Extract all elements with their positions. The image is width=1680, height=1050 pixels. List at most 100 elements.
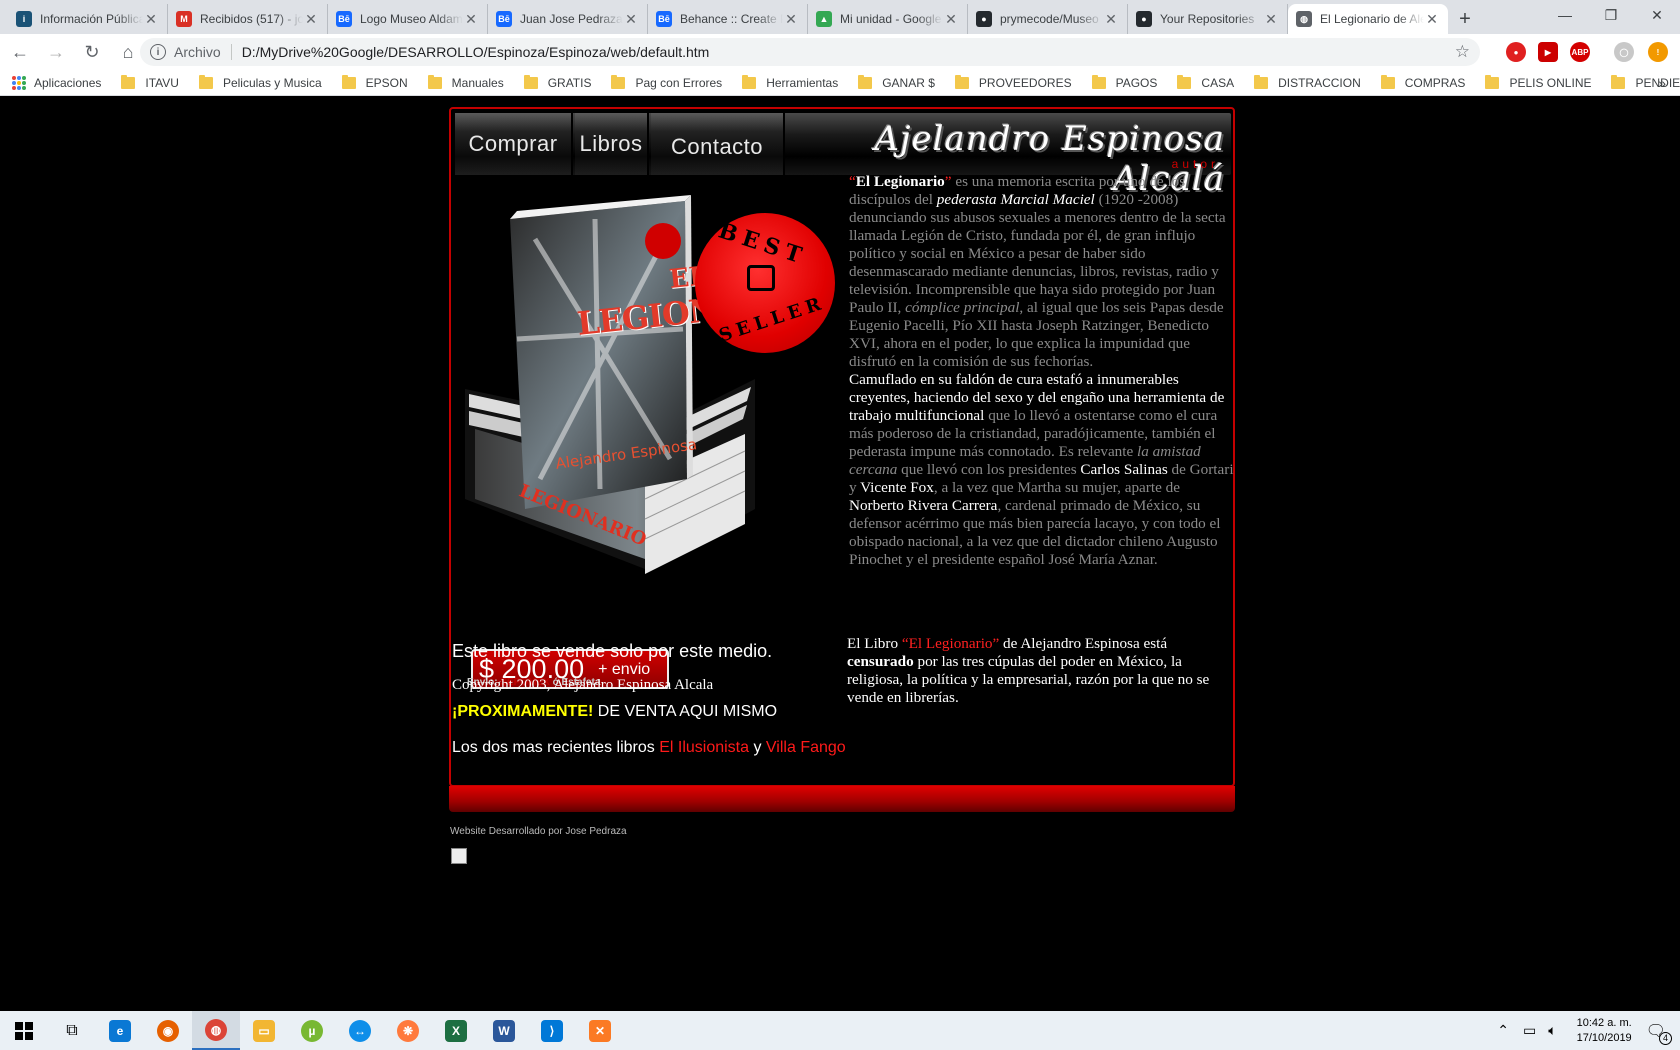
maximize-button[interactable]: ❐ (1588, 0, 1634, 30)
tab-close-icon[interactable]: ✕ (623, 11, 639, 28)
bookmark-folder[interactable]: PELIS ONLINE (1485, 74, 1592, 90)
bookmark-folder[interactable]: PAGOS (1091, 74, 1157, 90)
reload-button[interactable]: ↻ (76, 38, 108, 66)
bookmark-folder[interactable]: COMPRAS (1380, 74, 1465, 90)
folder-icon (1091, 74, 1106, 89)
adblock-icon[interactable]: ABP (1570, 42, 1590, 62)
tab-title: Juan Jose Pedraza (520, 12, 623, 26)
tray-chevron-up-icon[interactable]: ⌃ (1497, 1022, 1509, 1039)
taskbar-excel[interactable]: X (432, 1011, 480, 1050)
scheme-chip: Archivo (174, 44, 232, 60)
start-button[interactable] (0, 1011, 48, 1050)
tab-title: Logo Museo Aldama (360, 12, 463, 26)
browser-tab[interactable]: Bē Juan Jose Pedraza ✕ (488, 4, 648, 34)
tab-close-icon[interactable]: ✕ (1103, 11, 1119, 28)
taskbar-explorer[interactable]: ▭ (240, 1011, 288, 1050)
tab-favicon-icon: Bē (496, 11, 512, 27)
desc-highlight: Carlos Salinas (1080, 461, 1168, 478)
url-text[interactable]: D:/MyDrive%20Google/DESARROLLO/Espinoza/… (242, 44, 710, 60)
tab-strip: i Información Pública ✕ M Recibidos (517) - … (0, 0, 1680, 34)
browser-tab[interactable]: Bē Behance :: Create Project✕ (648, 4, 808, 34)
browser-tab[interactable]: ● Your Repositories ✕ (1128, 4, 1288, 34)
taskbar-firefox[interactable]: ◉ (144, 1011, 192, 1050)
apps-shortcut[interactable]: Aplicaciones (12, 75, 101, 90)
browser-tab[interactable]: ▲ Mi unidad - Google Drive✕ (808, 4, 968, 34)
tab-close-icon[interactable]: ✕ (1424, 11, 1440, 28)
browser-tab[interactable]: i Información Pública ✕ (8, 4, 168, 34)
taskbar-teamviewer[interactable]: ↔ (336, 1011, 384, 1050)
taskbar-edge[interactable]: e (96, 1011, 144, 1050)
bookmark-folder[interactable]: Herramientas (742, 74, 839, 90)
volume-icon[interactable]: 🔈︎ (1548, 1022, 1556, 1039)
bookmark-star-icon[interactable]: ☆ (1455, 42, 1470, 62)
back-button[interactable]: ← (4, 38, 36, 66)
windows-logo-icon (15, 1021, 33, 1040)
bookmark-folders: ITAVU Peliculas y Musica EPSON Manuales GRAT… (101, 74, 1680, 90)
bookmark-folder[interactable]: Peliculas y Musica (198, 74, 322, 90)
taskbar-xampp[interactable]: ✕ (576, 1011, 624, 1050)
minimize-button[interactable]: — (1542, 0, 1588, 30)
bookmark-folder[interactable]: GRATIS (523, 74, 591, 90)
edge-icon: e (109, 1019, 131, 1042)
link-el-ilusionista[interactable]: El Ilusionista (659, 739, 749, 756)
bookmark-folder[interactable]: ITAVU (121, 74, 179, 90)
tab-close-icon[interactable]: ✕ (1263, 11, 1279, 28)
copyright: Copyright 2003, Alejandro Espinosa Alcal… (452, 677, 714, 693)
link-villa-fango[interactable]: Villa Fango (766, 739, 846, 756)
folder-icon (742, 74, 757, 89)
extension-video-icon[interactable]: ▶ (1538, 42, 1558, 62)
bookmark-folder[interactable]: PENDIENTES DE DE... (1611, 74, 1680, 90)
taskbar-paint3d[interactable]: ❋ (384, 1011, 432, 1050)
taskbar-chrome[interactable]: ◍ (192, 1011, 240, 1050)
update-alert-icon[interactable]: ! (1648, 42, 1668, 62)
browser-tab[interactable]: Bē Logo Museo Aldama ✕ (328, 4, 488, 34)
action-center-button[interactable]: 🗨︎ 4 (1646, 1021, 1672, 1045)
profile-avatar-icon[interactable]: ◯ (1614, 42, 1634, 62)
bookmark-folder[interactable]: Manuales (427, 74, 504, 90)
tab-close-icon[interactable]: ✕ (783, 11, 799, 28)
address-bar[interactable]: i Archivo D:/MyDrive%20Google/DESARROLLO… (140, 38, 1480, 66)
bookmark-label: PELIS ONLINE (1509, 75, 1592, 90)
nav-contacto[interactable]: Contacto (651, 113, 785, 175)
taskbar-utorrent[interactable]: µ (288, 1011, 336, 1050)
quote-close: ” (944, 173, 952, 190)
sticker-top-text: BEST (715, 217, 811, 271)
close-window-button[interactable]: ✕ (1634, 0, 1680, 30)
bookmark-folder[interactable]: DISTRACCION (1254, 74, 1361, 90)
sold-only-here: Este libro se vende solo por este medio. (452, 641, 773, 661)
tab-close-icon[interactable]: ✕ (463, 11, 479, 28)
tab-title: prymecode/Museo (1000, 12, 1099, 26)
bookmark-label: Herramientas (766, 75, 839, 90)
best-seller-sticker: BEST SELLER (695, 213, 835, 353)
tab-close-icon[interactable]: ✕ (943, 11, 959, 28)
tab-close-icon[interactable]: ✕ (143, 11, 159, 28)
nav-libros[interactable]: Libros (575, 113, 649, 175)
browser-tab[interactable]: ● prymecode/Museo ✕ (968, 4, 1128, 34)
browser-tab[interactable]: M Recibidos (517) - jose✕ (168, 4, 328, 34)
network-icon[interactable]: ▭ (1523, 1022, 1536, 1039)
bookmarks-overflow-icon[interactable]: » (1658, 75, 1666, 91)
nav-comprar[interactable]: Comprar (455, 113, 573, 175)
censor-text: de Alejandro Espinosa está (999, 635, 1168, 652)
bookmark-folder[interactable]: CASA (1177, 74, 1234, 90)
clock[interactable]: 10:42 a. m. 17/10/2019 (1577, 1016, 1632, 1046)
clock-time: 10:42 a. m. (1576, 1016, 1632, 1029)
desc-highlight: Vicente Fox (860, 479, 934, 496)
extension-red-icon[interactable]: ● (1506, 42, 1526, 62)
teamviewer-icon: ↔ (349, 1019, 371, 1042)
bookmark-folder[interactable]: PROVEEDORES (954, 74, 1072, 90)
task-view-button[interactable]: ⧉ (48, 1011, 96, 1050)
page-viewport: Comprar Libros Contacto Ajelandro Espino… (0, 96, 1680, 1011)
bookmark-folder[interactable]: Pag con Errores (611, 74, 722, 90)
info-icon[interactable]: i (150, 44, 166, 60)
browser-tab[interactable]: ◍ El Legionario de Alejandro✕ (1288, 4, 1448, 34)
bookmark-folder[interactable]: GANAR $ (858, 74, 935, 90)
tab-title: El Legionario de Alejandro (1320, 12, 1424, 26)
forward-button[interactable]: → (40, 38, 72, 66)
taskbar-word[interactable]: W (480, 1011, 528, 1050)
taskbar-vscode[interactable]: ⟩ (528, 1011, 576, 1050)
tab-close-icon[interactable]: ✕ (303, 11, 319, 28)
bookmark-folder[interactable]: EPSON (341, 74, 408, 90)
new-tab-button[interactable]: + (1448, 4, 1482, 34)
bookmark-label: Manuales (451, 75, 504, 90)
